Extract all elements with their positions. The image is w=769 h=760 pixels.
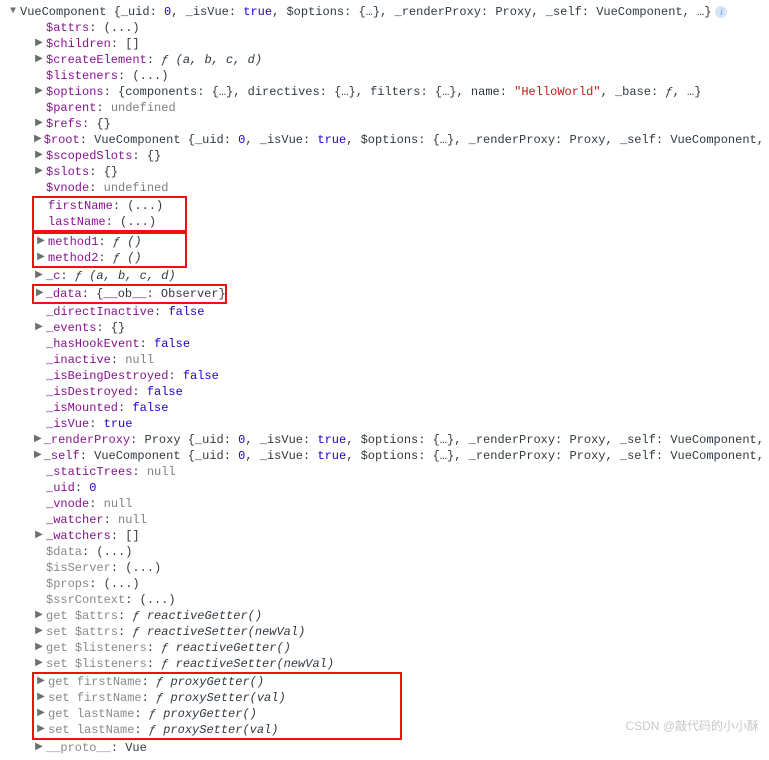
expand-arrow-icon[interactable] — [34, 320, 44, 336]
object-header[interactable]: VueComponent {_uid: 0, _isVue: true, $op… — [8, 4, 761, 20]
highlight-box-data: _data: {__ob__: Observer} — [32, 284, 227, 304]
property-row[interactable]: _data: {__ob__: Observer} — [34, 286, 225, 302]
highlight-box-methods: method1: ƒ ()method2: ƒ () — [32, 232, 187, 268]
expand-arrow-icon[interactable] — [34, 432, 42, 448]
expand-arrow-icon[interactable] — [34, 116, 44, 132]
property-row[interactable]: _self: VueComponent {_uid: 0, _isVue: tr… — [8, 448, 761, 464]
collapse-arrow-icon[interactable] — [8, 4, 18, 20]
property-row: _hasHookEvent: false — [8, 336, 761, 352]
property-row: _isDestroyed: false — [8, 384, 761, 400]
expand-arrow-icon[interactable] — [34, 740, 44, 756]
expand-arrow-icon[interactable] — [36, 286, 44, 302]
expand-arrow-icon[interactable] — [34, 36, 44, 52]
property-row[interactable]: _events: {} — [8, 320, 761, 336]
property-row[interactable]: get $listeners: ƒ reactiveGetter() — [8, 640, 761, 656]
expand-arrow-icon[interactable] — [36, 234, 46, 250]
property-row[interactable]: set lastName: ƒ proxySetter(val) — [34, 722, 400, 738]
property-row[interactable]: __proto__: Vue — [8, 740, 761, 756]
property-row: _directInactive: false — [8, 304, 761, 320]
expand-arrow-icon[interactable] — [36, 722, 46, 738]
property-row: lastName: (...) — [34, 214, 185, 230]
property-row: _staticTrees: null — [8, 464, 761, 480]
property-row[interactable]: method2: ƒ () — [34, 250, 185, 266]
property-row[interactable]: $root: VueComponent {_uid: 0, _isVue: tr… — [8, 132, 761, 148]
property-row: _watcher: null — [8, 512, 761, 528]
expand-arrow-icon[interactable] — [34, 84, 44, 100]
console-object-tree: VueComponent {_uid: 0, _isVue: true, $op… — [8, 4, 761, 756]
property-row: _uid: 0 — [8, 480, 761, 496]
property-row[interactable]: set firstName: ƒ proxySetter(val) — [34, 690, 400, 706]
expand-arrow-icon[interactable] — [34, 148, 44, 164]
property-row: _inactive: null — [8, 352, 761, 368]
expand-arrow-icon[interactable] — [34, 608, 44, 624]
expand-arrow-icon[interactable] — [34, 164, 44, 180]
property-row: $props: (...) — [8, 576, 761, 592]
property-row[interactable]: get firstName: ƒ proxyGetter() — [34, 674, 400, 690]
property-row: firstName: (...) — [34, 198, 185, 214]
property-row[interactable]: $children: [] — [8, 36, 761, 52]
property-row: _isBeingDestroyed: false — [8, 368, 761, 384]
property-row: _isVue: true — [8, 416, 761, 432]
property-row: $attrs: (...) — [8, 20, 761, 36]
expand-arrow-icon[interactable] — [34, 132, 42, 148]
expand-arrow-icon[interactable] — [34, 448, 42, 464]
expand-arrow-icon[interactable] — [34, 268, 44, 284]
property-row: $data: (...) — [8, 544, 761, 560]
expand-arrow-icon[interactable] — [34, 640, 44, 656]
property-row: $listeners: (...) — [8, 68, 761, 84]
property-row[interactable]: _c: ƒ (a, b, c, d) — [8, 268, 761, 284]
expand-arrow-icon[interactable] — [36, 674, 46, 690]
expand-arrow-icon[interactable] — [34, 52, 44, 68]
expand-arrow-icon[interactable] — [36, 690, 46, 706]
property-row[interactable]: $scopedSlots: {} — [8, 148, 761, 164]
highlight-box-firstname-lastname: firstName: (...)lastName: (...) — [32, 196, 187, 232]
property-row: $ssrContext: (...) — [8, 592, 761, 608]
property-row[interactable]: get lastName: ƒ proxyGetter() — [34, 706, 400, 722]
property-row: $vnode: undefined — [8, 180, 761, 196]
property-row[interactable]: _watchers: [] — [8, 528, 761, 544]
expand-arrow-icon[interactable] — [34, 624, 44, 640]
expand-arrow-icon[interactable] — [36, 250, 46, 266]
property-row[interactable]: $refs: {} — [8, 116, 761, 132]
property-row[interactable]: method1: ƒ () — [34, 234, 185, 250]
property-row[interactable]: $createElement: ƒ (a, b, c, d) — [8, 52, 761, 68]
property-row[interactable]: get $attrs: ƒ reactiveGetter() — [8, 608, 761, 624]
property-row[interactable]: $slots: {} — [8, 164, 761, 180]
property-row[interactable]: $options: {components: {…}, directives: … — [8, 84, 761, 100]
property-row[interactable]: set $attrs: ƒ reactiveSetter(newVal) — [8, 624, 761, 640]
info-icon[interactable]: i — [715, 6, 727, 18]
expand-arrow-icon[interactable] — [36, 706, 46, 722]
expand-arrow-icon[interactable] — [34, 528, 44, 544]
property-row: _isMounted: false — [8, 400, 761, 416]
property-row: _vnode: null — [8, 496, 761, 512]
property-row[interactable]: set $listeners: ƒ reactiveSetter(newVal) — [8, 656, 761, 672]
property-row: $isServer: (...) — [8, 560, 761, 576]
highlight-box-getset: get firstName: ƒ proxyGetter()set firstN… — [32, 672, 402, 740]
expand-arrow-icon[interactable] — [34, 656, 44, 672]
property-row[interactable]: _renderProxy: Proxy {_uid: 0, _isVue: tr… — [8, 432, 761, 448]
property-row: $parent: undefined — [8, 100, 761, 116]
